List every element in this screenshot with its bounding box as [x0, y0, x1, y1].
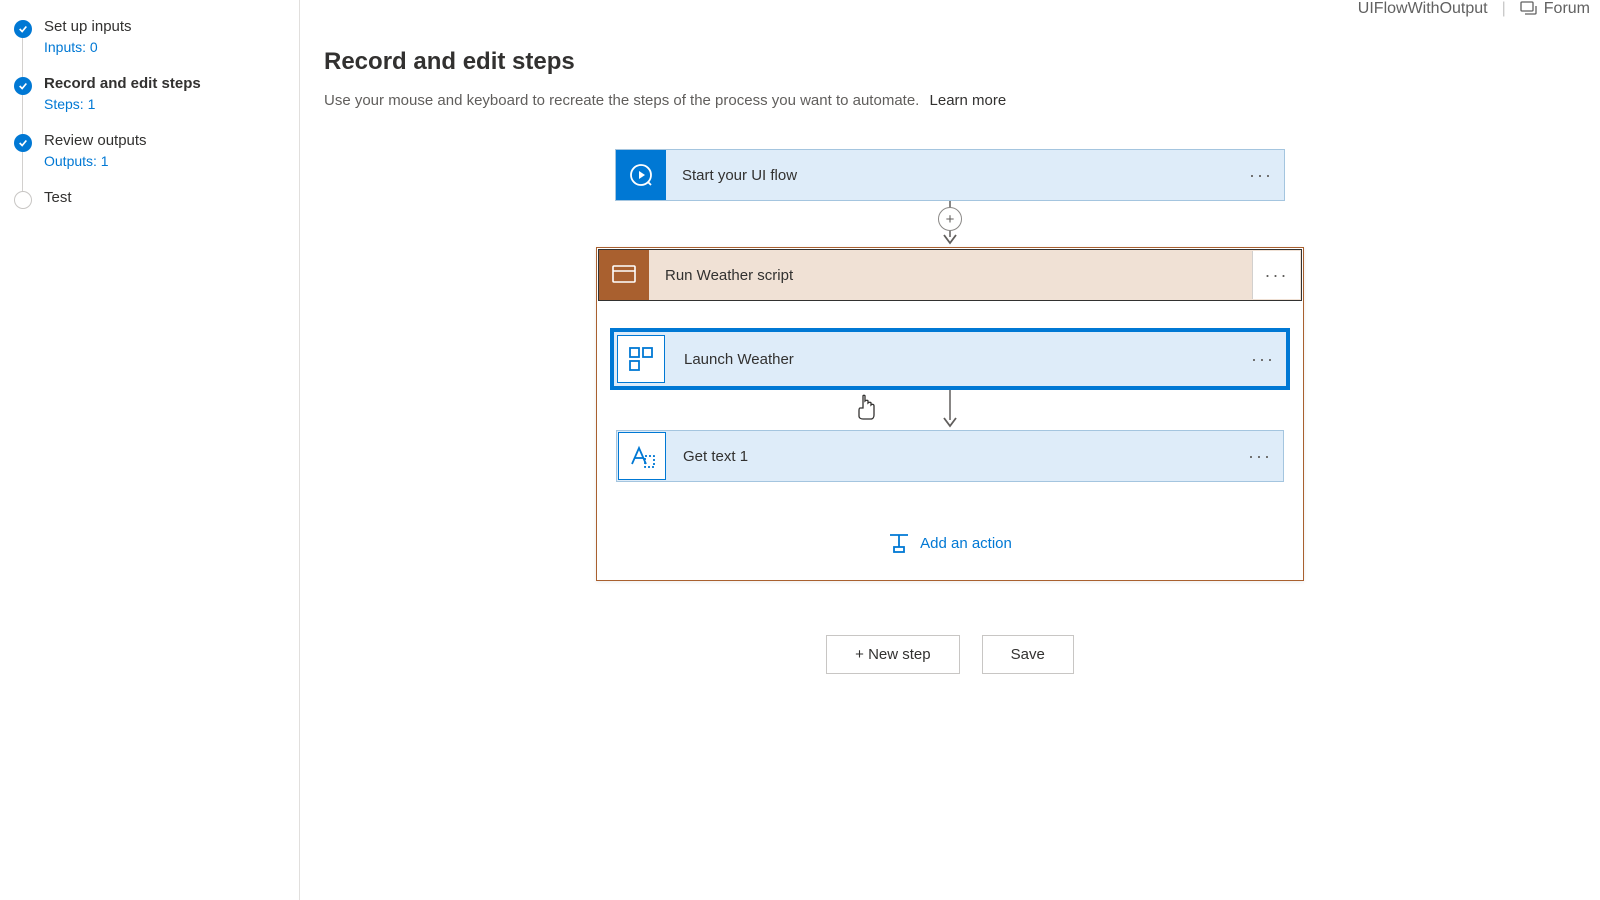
flow-connector: [615, 390, 1285, 430]
flow-start-card[interactable]: Start your UI flow ···: [615, 149, 1285, 201]
main-content: Record and edit steps Use your mouse and…: [300, 0, 1600, 900]
wizard-step-title: Set up inputs: [44, 18, 132, 35]
check-icon: [14, 20, 32, 38]
flow-step-launch-weather[interactable]: Launch Weather ···: [610, 328, 1290, 390]
card-menu-button[interactable]: ···: [1240, 349, 1286, 370]
add-action-icon: [888, 532, 910, 554]
wizard-step-title: Test: [44, 189, 72, 206]
flow-group-label: Run Weather script: [649, 250, 1251, 300]
wizard-step-sub: Inputs: 0: [44, 39, 132, 55]
card-menu-button[interactable]: ···: [1238, 165, 1284, 186]
card-menu-button[interactable]: ···: [1252, 251, 1300, 299]
wizard-step-sub: Outputs: 1: [44, 153, 147, 169]
check-icon: [14, 134, 32, 152]
check-icon: [14, 77, 32, 95]
flow-connector: +: [615, 201, 1285, 247]
flow-start-label: Start your UI flow: [666, 167, 1238, 184]
insert-step-button[interactable]: +: [938, 207, 962, 231]
wizard-step-test[interactable]: Test: [14, 183, 299, 223]
wizard-step-inputs[interactable]: Set up inputs Inputs: 0: [14, 12, 299, 69]
card-menu-button[interactable]: ···: [1237, 446, 1283, 467]
save-button[interactable]: Save: [982, 635, 1074, 674]
wizard-sidebar: Set up inputs Inputs: 0 Record and edit …: [0, 0, 300, 900]
text-capture-icon: [618, 432, 666, 480]
circle-icon: [14, 191, 32, 209]
add-action-button[interactable]: Add an action: [888, 532, 1012, 554]
flow-step-label: Get text 1: [667, 448, 1237, 465]
add-action-label: Add an action: [920, 535, 1012, 552]
wizard-step-title: Review outputs: [44, 132, 147, 149]
wizard-step-sub: Steps: 1: [44, 96, 201, 112]
page-title: Record and edit steps: [324, 48, 1576, 76]
wizard-step-record[interactable]: Record and edit steps Steps: 1: [14, 69, 299, 126]
wizard-step-title: Record and edit steps: [44, 75, 201, 92]
page-description: Use your mouse and keyboard to recreate …: [324, 92, 1576, 109]
learn-more-link[interactable]: Learn more: [930, 92, 1007, 109]
flow-step-label: Launch Weather: [668, 351, 1240, 368]
new-step-button[interactable]: + New step: [826, 635, 959, 674]
app-grid-icon: [617, 335, 665, 383]
flow-step-get-text[interactable]: Get text 1 ···: [616, 430, 1284, 482]
flow-group-header[interactable]: Run Weather script ···: [598, 249, 1302, 301]
wizard-step-outputs[interactable]: Review outputs Outputs: 1: [14, 126, 299, 183]
play-record-icon: [616, 150, 666, 200]
script-icon: [599, 250, 649, 300]
flow-group-run-script: Run Weather script ··· Launch Weather ··…: [596, 247, 1304, 581]
